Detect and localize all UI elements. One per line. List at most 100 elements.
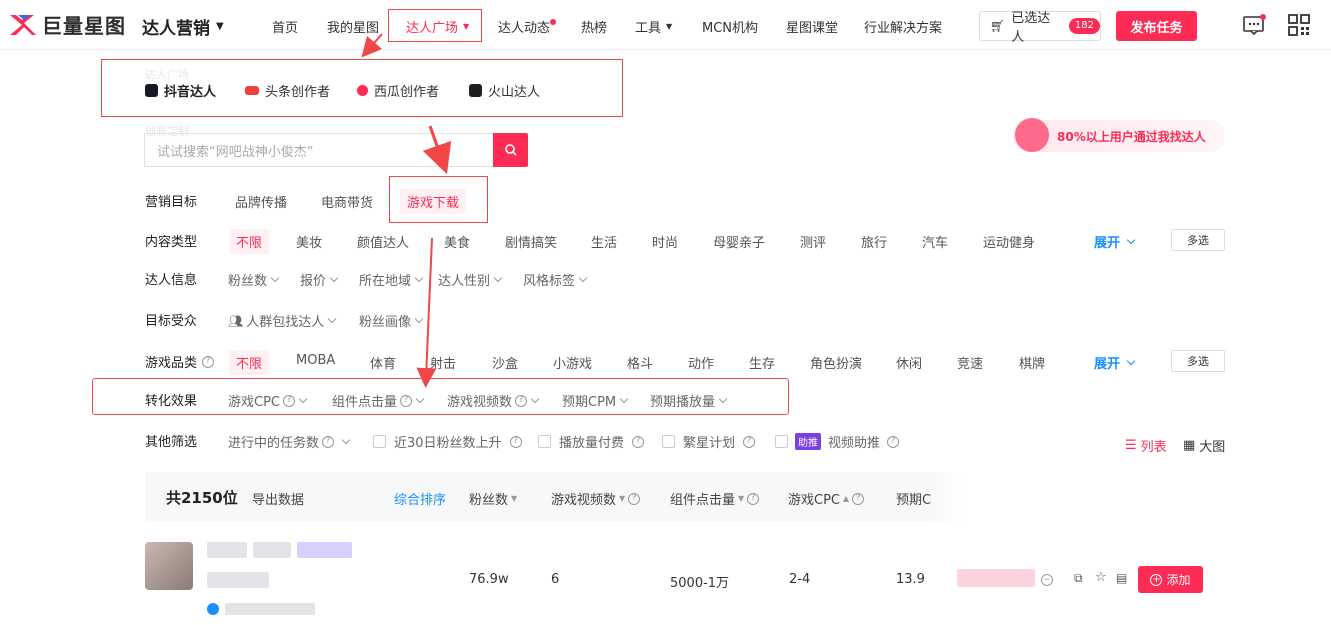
help-icon[interactable]: ? <box>628 492 641 505</box>
game-option[interactable]: 生存 <box>749 353 775 372</box>
checkbox-box[interactable] <box>775 435 788 448</box>
dropdown-active-tasks[interactable]: 进行中的任务数? <box>228 432 351 451</box>
publish-task-button[interactable]: 发布任务 <box>1116 11 1197 41</box>
help-icon[interactable]: ? <box>515 394 528 407</box>
nav-item-hot-list[interactable]: 热榜 <box>581 17 607 36</box>
goal-option-brand[interactable]: 品牌传播 <box>235 192 287 211</box>
dropdown-price[interactable]: 报价 <box>300 270 339 289</box>
logo[interactable]: 巨量星图 <box>8 10 126 39</box>
content-option[interactable]: 美食 <box>444 232 470 251</box>
add-creator-button[interactable]: + 添加 <box>1138 566 1203 593</box>
game-option[interactable]: 体育 <box>370 353 396 372</box>
content-option[interactable]: 运动健身 <box>983 232 1035 251</box>
dropdown-expected-cpm[interactable]: 预期CPM <box>562 391 629 410</box>
selected-creators-button[interactable]: 🛒︎ 已选达人 182 <box>979 11 1101 45</box>
message-icon[interactable] <box>1242 14 1266 36</box>
help-icon[interactable]: ? <box>400 394 413 407</box>
help-icon[interactable]: ? <box>283 394 295 407</box>
dropdown-fans[interactable]: 粉丝数 <box>228 270 280 289</box>
dropdown-component-clicks[interactable]: 组件点击量? <box>332 391 425 410</box>
content-option[interactable]: 母婴亲子 <box>713 232 765 251</box>
col-component-clicks[interactable]: 组件点击量 ▼? <box>670 489 760 508</box>
dropdown-gender[interactable]: 达人性别 <box>438 270 503 289</box>
dropdown-style-tags[interactable]: 风格标签 <box>523 270 588 289</box>
help-icon[interactable]: ? <box>509 435 522 448</box>
col-game-videos[interactable]: 游戏视频数 ▼? <box>551 489 641 508</box>
col-game-cpc[interactable]: 游戏CPC ▲? <box>788 489 865 508</box>
checkbox-paid-plays[interactable]: 播放量付费? <box>538 432 645 451</box>
help-icon[interactable]: ? <box>322 435 335 448</box>
tab-xigua[interactable]: 西瓜创作者 <box>357 81 439 100</box>
help-icon[interactable]: ? <box>632 435 645 448</box>
expand-game-category-button[interactable]: 展开 <box>1094 353 1136 372</box>
multi-select-content-type-button[interactable]: 多选 <box>1171 229 1225 251</box>
nav-item-home[interactable]: 首页 <box>272 17 298 36</box>
content-option[interactable]: 剧情搞笑 <box>505 232 557 251</box>
nav-item-tools[interactable]: 工具 ▼ <box>635 17 672 36</box>
view-grid-button[interactable]: ▦ 大图 <box>1183 436 1225 455</box>
game-option[interactable]: 射击 <box>430 353 456 372</box>
dropdown-game-video-count[interactable]: 游戏视频数? <box>447 391 540 410</box>
game-option[interactable]: 棋牌 <box>1019 353 1045 372</box>
product-switcher[interactable]: 达人营销 ▼ <box>142 14 224 39</box>
content-option[interactable]: 生活 <box>591 232 617 251</box>
game-option[interactable]: 角色扮演 <box>810 353 862 372</box>
content-option[interactable]: 时尚 <box>652 232 678 251</box>
game-option[interactable]: 格斗 <box>627 353 653 372</box>
game-option[interactable]: 休闲 <box>896 353 922 372</box>
dropdown-audience-pack[interactable]: 👥︎ 人群包找达人 <box>228 311 337 330</box>
content-option[interactable]: 汽车 <box>922 232 948 251</box>
nav-item-solutions[interactable]: 行业解决方案 <box>864 17 942 36</box>
goal-option-game-download[interactable]: 游戏下载 <box>400 189 467 214</box>
content-option[interactable]: 旅行 <box>861 232 887 251</box>
help-icon[interactable]: ? <box>743 435 756 448</box>
tab-douyin[interactable]: 抖音达人 <box>145 81 216 100</box>
nav-item-creator-news[interactable]: 达人动态 <box>498 17 557 36</box>
content-option[interactable]: 不限 <box>229 229 270 254</box>
star-icon[interactable]: ☆ <box>1095 570 1107 585</box>
checkbox-box[interactable] <box>662 435 675 448</box>
help-icon[interactable]: ? <box>747 492 760 505</box>
nav-item-my-stars[interactable]: 我的星图 <box>327 17 379 36</box>
content-option[interactable]: 测评 <box>800 232 826 251</box>
help-icon[interactable]: ? <box>887 435 900 448</box>
checkbox-box[interactable] <box>373 435 386 448</box>
dropdown-fan-portrait[interactable]: 粉丝画像 <box>359 311 424 330</box>
tab-huoshan[interactable]: 火山达人 <box>469 81 540 100</box>
game-option[interactable]: 不限 <box>229 350 270 375</box>
nav-item-creator-plaza[interactable]: 达人广场 ▼ <box>406 17 469 36</box>
search-button[interactable] <box>493 133 528 167</box>
nav-item-classroom[interactable]: 星图课堂 <box>786 17 838 36</box>
help-icon[interactable]: ? <box>852 492 865 505</box>
game-option[interactable]: 竞速 <box>957 353 983 372</box>
help-icon[interactable]: ? <box>202 355 215 368</box>
game-option[interactable]: 沙盒 <box>492 353 518 372</box>
checkbox-star-plan[interactable]: 繁星计划? <box>662 432 756 451</box>
expand-content-type-button[interactable]: 展开 <box>1094 232 1136 251</box>
qrcode-icon[interactable] <box>1288 14 1310 36</box>
multi-select-game-category-button[interactable]: 多选 <box>1171 350 1225 372</box>
col-fans[interactable]: 粉丝数 ▼ <box>469 489 517 508</box>
checkbox-video-boost[interactable]: 助推 视频助推? <box>775 432 900 451</box>
report-icon[interactable]: ▤ <box>1116 571 1127 585</box>
game-option[interactable]: 小游戏 <box>553 353 592 372</box>
info-icon[interactable]: − <box>1041 574 1053 586</box>
promo-banner[interactable]: 80%以上用户通过我找达人 <box>1013 118 1225 152</box>
export-data-button[interactable]: 导出数据 <box>252 489 304 508</box>
view-list-button[interactable]: ☰ 列表 <box>1125 436 1167 455</box>
goal-option-ecommerce[interactable]: 电商带货 <box>321 192 373 211</box>
sort-overall[interactable]: 综合排序 <box>394 489 446 508</box>
nav-item-mcn[interactable]: MCN机构 <box>702 17 758 36</box>
content-option[interactable]: 颜值达人 <box>357 232 409 251</box>
checkbox-fans-rising[interactable]: 近30日粉丝数上升? <box>373 432 522 451</box>
tab-toutiao[interactable]: 头条创作者 <box>245 81 330 100</box>
dropdown-expected-plays[interactable]: 预期播放量 <box>650 391 728 410</box>
search-input[interactable]: 试试搜索“网吧战神小俊杰” <box>144 133 494 167</box>
dropdown-region[interactable]: 所在地域 <box>359 270 424 289</box>
dropdown-game-cpc[interactable]: 游戏CPC? <box>228 391 308 410</box>
avatar[interactable] <box>145 542 193 590</box>
compare-icon[interactable]: ⧉ <box>1074 571 1083 586</box>
checkbox-box[interactable] <box>538 435 551 448</box>
game-option[interactable]: MOBA <box>296 353 335 368</box>
content-option[interactable]: 美妆 <box>296 232 322 251</box>
